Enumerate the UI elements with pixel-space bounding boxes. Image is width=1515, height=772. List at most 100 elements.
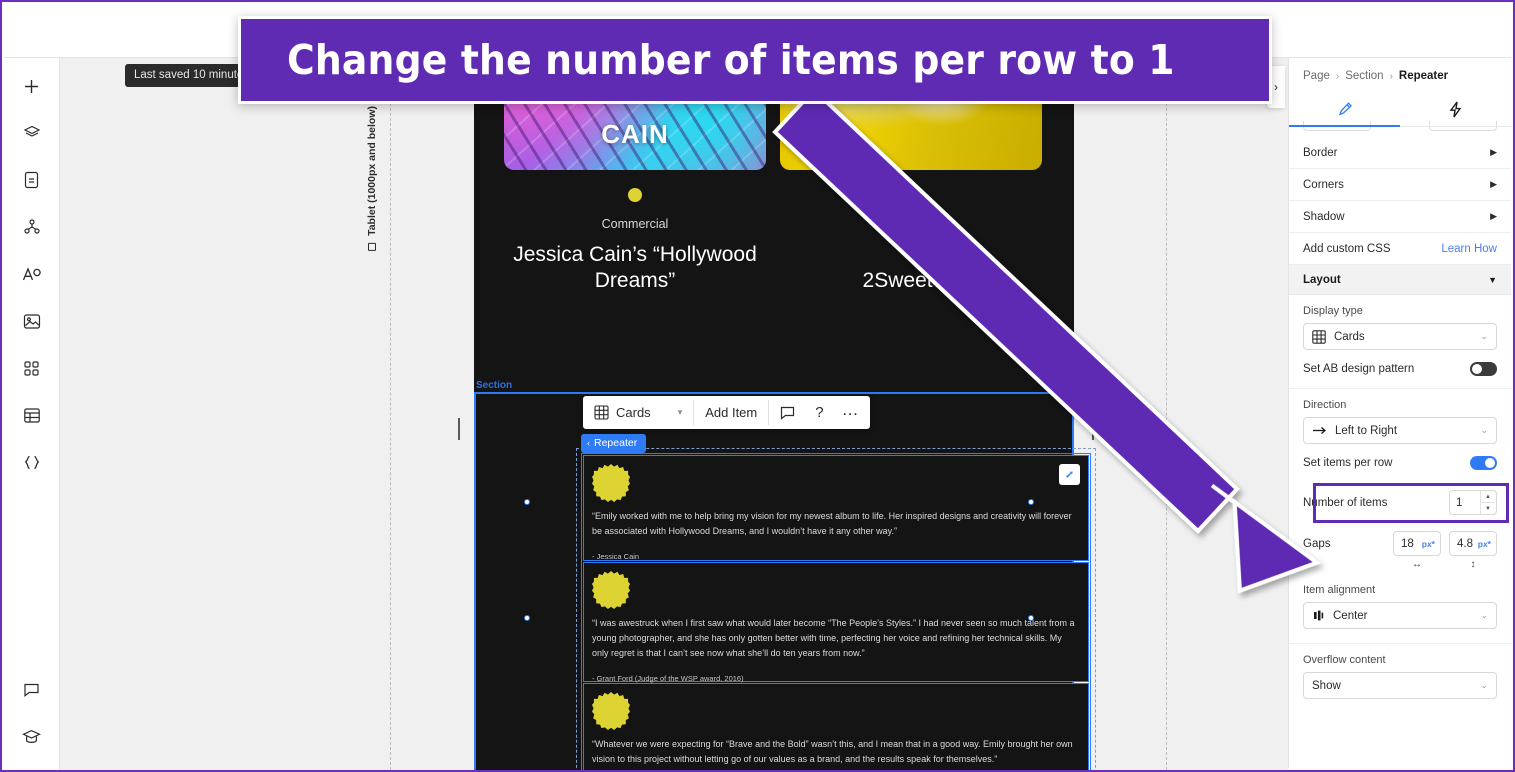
breadcrumb-page[interactable]: Page <box>1303 70 1330 82</box>
repeater-selection-badge[interactable]: ‹ Repeater <box>581 434 647 453</box>
number-of-items-stepper[interactable]: ▲ ▼ <box>1449 490 1497 515</box>
ab-pattern-toggle[interactable] <box>1470 362 1497 376</box>
dev-mode-icon[interactable] <box>12 442 52 482</box>
row-border[interactable]: Border ▶ <box>1289 137 1511 169</box>
testimonial-author: - Grant Ford (Judge of the WSP award, 20… <box>592 673 744 683</box>
tab-design[interactable] <box>1289 92 1400 127</box>
layout-section-header[interactable]: Layout ▼ <box>1289 265 1511 295</box>
stepper-buttons[interactable]: ▲ ▼ <box>1480 491 1495 514</box>
resize-handle-left[interactable] <box>524 499 530 505</box>
direction-value: Left to Right <box>1335 424 1398 437</box>
gap-horizontal-input[interactable]: 18 px* <box>1393 531 1441 556</box>
stepper-down-icon[interactable]: ▼ <box>1481 503 1495 514</box>
grid-icon <box>594 405 609 420</box>
stage-handle-right[interactable] <box>1092 418 1094 440</box>
portfolio-category: Commercial <box>601 217 669 231</box>
repeater-item[interactable]: “Emily worked with me to help bring my v… <box>583 455 1089 561</box>
vertical-gap-icon: ↕ <box>1470 559 1476 570</box>
resize-handle-left[interactable] <box>524 615 530 621</box>
repeater-badge-label: Repeater <box>594 437 638 449</box>
comment-icon[interactable] <box>769 396 806 429</box>
stage-handle-left[interactable] <box>458 418 460 440</box>
repeater-item[interactable]: “Whatever we were expecting for “Brave a… <box>583 683 1089 770</box>
row-corners-label: Corners <box>1303 178 1344 191</box>
tablet-icon <box>368 242 376 251</box>
chevron-down-icon: ▾ <box>677 407 683 417</box>
breadcrumb-current: Repeater <box>1398 70 1449 82</box>
overflow-select[interactable]: Show ⌄ <box>1303 672 1497 699</box>
display-type-label: Display type <box>1303 305 1363 317</box>
repeater-item[interactable]: “I was awestruck when I first saw what w… <box>583 562 1089 683</box>
add-elements-icon[interactable] <box>12 66 52 106</box>
question-mark-icon[interactable]: ? <box>806 396 832 429</box>
items-per-row-row: Set items per row <box>1289 444 1511 482</box>
stage-guide-left <box>390 58 391 770</box>
row-corners[interactable]: Corners ▶ <box>1289 169 1511 201</box>
resize-handle-right[interactable] <box>1028 499 1034 505</box>
category-dot-icon <box>904 202 918 216</box>
number-of-items-label: Number of items <box>1303 496 1388 509</box>
media-icon[interactable] <box>12 301 52 341</box>
apps-icon[interactable] <box>12 348 52 388</box>
testimonial-quote: “Emily worked with me to help bring my v… <box>592 511 1072 536</box>
align-center-icon <box>1314 610 1324 621</box>
breadcrumb: Page › Section › Repeater <box>1289 58 1511 92</box>
text-icon[interactable] <box>12 254 52 294</box>
cms-table-icon[interactable] <box>12 395 52 435</box>
number-of-items-row: Number of items ▲ ▼ <box>1289 482 1511 523</box>
testimonial-author: - Jessica Cain <box>592 551 640 561</box>
learn-icon[interactable] <box>12 716 52 756</box>
resize-handle-right[interactable] <box>1028 615 1034 621</box>
item-alignment-label: Item alignment <box>1303 584 1376 596</box>
portfolio-image-caption: CAIN <box>601 119 669 149</box>
layout-section-title: Layout <box>1303 273 1341 286</box>
learn-how-link[interactable]: Learn How <box>1441 243 1497 255</box>
gaps-label: Gaps <box>1303 537 1331 550</box>
site-structure-icon[interactable] <box>12 207 52 247</box>
chevron-down-icon: ▼ <box>1488 274 1497 285</box>
gap-vertical-value: 4.8 <box>1457 537 1473 550</box>
ellipsis-icon[interactable]: … <box>833 396 870 429</box>
row-custom-css[interactable]: Add custom CSS Learn How <box>1289 233 1511 265</box>
breakpoint-text: Tablet (1000px and below) <box>366 106 378 236</box>
lightning-icon <box>1449 101 1462 117</box>
pages-icon[interactable] <box>12 160 52 200</box>
item-alignment-select[interactable]: Center ⌄ <box>1303 602 1497 629</box>
direction-select[interactable]: Left to Right ⌄ <box>1303 417 1497 444</box>
display-type-select[interactable]: Cards ⌄ <box>1303 323 1497 350</box>
add-item-button[interactable]: Add Item <box>694 396 768 429</box>
element-toolbar: Cards ▾ Add Item ? … <box>583 396 870 429</box>
display-type-value: Cards <box>616 405 651 420</box>
items-per-row-toggle[interactable] <box>1470 456 1497 470</box>
gap-horizontal-unit: px* <box>1421 538 1435 549</box>
brush-icon <box>1338 101 1352 116</box>
overflow-field: Overflow content Show ⌄ <box>1289 644 1511 699</box>
row-border-label: Border <box>1303 146 1338 159</box>
horizontal-gap-icon: ↔ <box>1412 559 1422 570</box>
tab-interactions[interactable] <box>1400 92 1511 126</box>
layers-icon[interactable] <box>12 113 52 153</box>
stepper-up-icon[interactable]: ▲ <box>1481 491 1495 503</box>
display-type-dropdown[interactable]: Cards ▾ <box>583 396 693 429</box>
chevron-down-icon: ⌄ <box>1480 425 1488 435</box>
chevron-down-icon: ⌄ <box>1480 331 1488 341</box>
left-sidebar <box>4 58 60 770</box>
expand-icon[interactable] <box>1059 464 1080 485</box>
custom-css-label: Add custom CSS <box>1303 242 1391 255</box>
breadcrumb-section[interactable]: Section <box>1345 70 1383 82</box>
portfolio-title: 2Sweet4U <box>862 269 960 292</box>
chevron-right-icon: ▶ <box>1490 179 1497 189</box>
row-shadow[interactable]: Shadow ▶ <box>1289 201 1511 233</box>
breakpoint-label[interactable]: Tablet (1000px and below) <box>366 106 378 251</box>
ab-pattern-label: Set AB design pattern <box>1303 363 1415 375</box>
number-of-items-input[interactable] <box>1450 491 1480 514</box>
gap-vertical-unit: px* <box>1477 538 1491 549</box>
ab-pattern-row: Set AB design pattern <box>1289 350 1511 388</box>
chat-icon[interactable] <box>12 669 52 709</box>
testimonial-quote: “I was awestruck when I first saw what w… <box>592 618 1075 658</box>
gap-vertical-input[interactable]: 4.8 px* <box>1449 531 1497 556</box>
chevron-down-icon: ⌄ <box>1480 680 1488 690</box>
add-item-label: Add Item <box>705 405 758 420</box>
gap-horizontal-value: 18 <box>1401 537 1414 550</box>
display-type-field: Display type Cards ⌄ <box>1289 295 1511 350</box>
